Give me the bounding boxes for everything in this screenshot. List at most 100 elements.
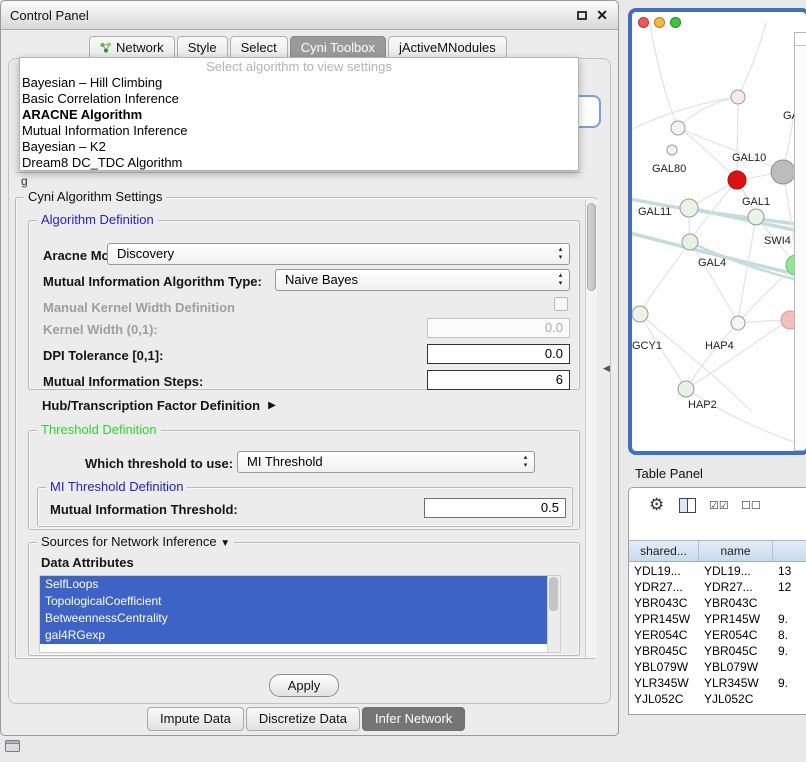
graph-node-label: GAL4 bbox=[698, 257, 726, 269]
data-attributes-label: Data Attributes bbox=[41, 555, 134, 570]
manual-kernel-label: Manual Kernel Width Definition bbox=[43, 300, 235, 315]
tab-label: Network bbox=[116, 40, 164, 55]
settings-scrollbar[interactable] bbox=[585, 200, 597, 658]
graph-node-gal[interactable] bbox=[771, 160, 795, 184]
dropdown-item-bayesian-hill-climbing[interactable]: Bayesian – Hill Climbing bbox=[20, 75, 578, 91]
table-row[interactable]: YJL052CYJL052C bbox=[629, 691, 806, 707]
float-window-icon[interactable] bbox=[577, 11, 587, 20]
tab-infer-network[interactable]: Infer Network bbox=[362, 707, 465, 731]
table-cell: YER054C bbox=[629, 627, 699, 643]
mi-type-select[interactable]: Naive Bayes ▴▾ bbox=[275, 269, 570, 291]
table-cell: YPR145W bbox=[699, 611, 773, 627]
tab-discretize-data[interactable]: Discretize Data bbox=[246, 707, 360, 731]
zoom-traffic-light[interactable] bbox=[670, 17, 681, 28]
table-cell: 9. bbox=[773, 611, 806, 627]
graph-node-gal10[interactable] bbox=[728, 171, 746, 189]
dropdown-item-dream8[interactable]: Dream8 DC_TDC Algorithm bbox=[20, 155, 578, 171]
select-all-checkboxes-icon[interactable]: ☑☑ bbox=[709, 499, 729, 512]
mi-threshold-field[interactable]: 0.5 bbox=[424, 498, 566, 518]
column-header-name[interactable]: name bbox=[699, 541, 773, 561]
table-row[interactable]: YPR145WYPR145W9. bbox=[629, 611, 806, 627]
network-scrollbar-button[interactable] bbox=[795, 33, 806, 46]
aracne-mode-value: Discovery bbox=[117, 246, 174, 261]
table-row[interactable]: YER054CYER054C8. bbox=[629, 627, 806, 643]
control-panel-titlebar[interactable]: Control Panel ✕ bbox=[1, 1, 618, 30]
mi-steps-label: Mutual Information Steps: bbox=[43, 374, 203, 389]
network-scrollbar[interactable] bbox=[794, 32, 806, 451]
list-scrollbar-thumb[interactable] bbox=[549, 577, 558, 611]
manual-kernel-checkbox[interactable] bbox=[554, 297, 568, 311]
deselect-all-checkboxes-icon[interactable]: ☐☐ bbox=[741, 499, 761, 512]
apply-button[interactable]: Apply bbox=[269, 674, 339, 697]
graph-node-gal11[interactable] bbox=[680, 199, 698, 217]
graph-node[interactable] bbox=[731, 90, 745, 104]
dropdown-placeholder: Select algorithm to view settings bbox=[20, 59, 578, 75]
dropdown-item-mutual-information[interactable]: Mutual Information Inference bbox=[20, 123, 578, 139]
table-cell: 8. bbox=[773, 627, 806, 643]
mi-threshold-definition-group: MI Threshold Definition Mutual Informati… bbox=[37, 487, 573, 527]
gear-icon[interactable]: ⚙ bbox=[649, 495, 664, 515]
graph-node-label: GAL11 bbox=[638, 206, 671, 218]
close-traffic-light[interactable] bbox=[638, 17, 649, 28]
graph-node[interactable] bbox=[671, 121, 685, 135]
tab-label: Select bbox=[241, 40, 277, 55]
table-row[interactable]: YLR345WYLR345W9. bbox=[629, 675, 806, 691]
graph-node-label: GCY1 bbox=[632, 340, 662, 352]
graph-edge bbox=[678, 97, 738, 128]
clipped-text: g bbox=[21, 174, 28, 188]
table-cell: YBR045C bbox=[629, 643, 699, 659]
attribute-item-betweennesscentrality[interactable]: BetweennessCentrality bbox=[40, 610, 547, 627]
which-threshold-select[interactable]: MI Threshold ▴▾ bbox=[237, 451, 535, 473]
cyni-algorithm-settings-group: Cyni Algorithm Settings Algorithm Defini… bbox=[15, 197, 597, 659]
mi-threshold-label: Mutual Information Threshold: bbox=[50, 502, 238, 517]
kernel-width-field[interactable]: 0.0 bbox=[427, 318, 570, 338]
columns-icon[interactable] bbox=[679, 498, 696, 513]
table-row[interactable]: YBR043CYBR043C bbox=[629, 595, 806, 611]
graph-node-gal4[interactable] bbox=[682, 234, 698, 250]
group-title: MI Threshold Definition bbox=[46, 479, 187, 494]
attribute-item-topologicalcoefficient[interactable]: TopologicalCoefficient bbox=[40, 593, 547, 610]
column-header-shared-name[interactable]: shared... bbox=[629, 541, 699, 561]
attribute-item-selfloops[interactable]: SelfLoops bbox=[40, 576, 547, 593]
tab-impute-data[interactable]: Impute Data bbox=[147, 707, 244, 731]
dpi-tolerance-field[interactable]: 0.0 bbox=[427, 344, 570, 364]
group-title: Algorithm Definition bbox=[37, 212, 158, 227]
dropdown-item-basic-correlation[interactable]: Basic Correlation Inference bbox=[20, 91, 578, 107]
aracne-mode-select[interactable]: Discovery ▴▾ bbox=[107, 243, 570, 265]
graph-node-hap4[interactable] bbox=[731, 316, 745, 330]
minimize-traffic-light[interactable] bbox=[654, 17, 665, 28]
list-scrollbar[interactable] bbox=[547, 576, 560, 652]
graph-edge bbox=[738, 22, 766, 97]
network-view-window[interactable]: GAL80GAL10GAL11GAL1SWI4GAL4GCY1HAP4HAP2G… bbox=[628, 8, 806, 455]
dropdown-item-bayesian-k2[interactable]: Bayesian – K2 bbox=[20, 139, 578, 155]
dropdown-item-aracne[interactable]: ARACNE Algorithm bbox=[20, 107, 578, 123]
panel-splitter-handle[interactable]: ◀ bbox=[603, 363, 610, 374]
attribute-item-gal4rgexp[interactable]: gal4RGexp bbox=[40, 627, 547, 644]
graph-node-label: SWI4 bbox=[764, 235, 791, 247]
column-header-partial[interactable] bbox=[773, 541, 806, 561]
close-icon[interactable]: ✕ bbox=[596, 7, 608, 24]
table-row[interactable]: YBL079WYBL079W bbox=[629, 659, 806, 675]
table-cell: 13 bbox=[773, 563, 806, 579]
hub-definition-toggle[interactable]: Hub/Transcription Factor Definition ▶ bbox=[42, 398, 276, 413]
table-row[interactable]: YDR27...YDR27...12 bbox=[629, 579, 806, 595]
table-row[interactable]: YBR045CYBR045C9. bbox=[629, 643, 806, 659]
collapse-down-icon: ▼ bbox=[220, 538, 230, 549]
table-row[interactable]: YDL19...YDL19...13 bbox=[629, 563, 806, 579]
graph-edge bbox=[686, 323, 738, 389]
mi-type-value: Naive Bayes bbox=[285, 272, 358, 287]
minimized-panel-icon[interactable] bbox=[5, 740, 20, 752]
algorithm-dropdown-list: Select algorithm to view settings Bayesi… bbox=[19, 57, 579, 171]
kernel-width-label: Kernel Width (0,1): bbox=[43, 322, 158, 337]
graph-node-gal1[interactable] bbox=[748, 209, 764, 225]
settings-scrollbar-thumb[interactable] bbox=[587, 203, 596, 291]
network-graph[interactable]: GAL80GAL10GAL11GAL1SWI4GAL4GCY1HAP4HAP2G… bbox=[632, 12, 806, 451]
mi-steps-field[interactable]: 6 bbox=[427, 370, 570, 390]
table-cell: YDL19... bbox=[629, 563, 699, 579]
graph-node-gal80[interactable] bbox=[667, 145, 677, 155]
graph-node-gcy1[interactable] bbox=[632, 306, 648, 322]
sources-toggle[interactable]: Sources for Network Inference ▼ bbox=[37, 534, 234, 549]
table-panel-title: Table Panel bbox=[635, 466, 703, 481]
graph-node-hap2[interactable] bbox=[678, 381, 694, 397]
tab-label: Cyni Toolbox bbox=[301, 40, 375, 55]
